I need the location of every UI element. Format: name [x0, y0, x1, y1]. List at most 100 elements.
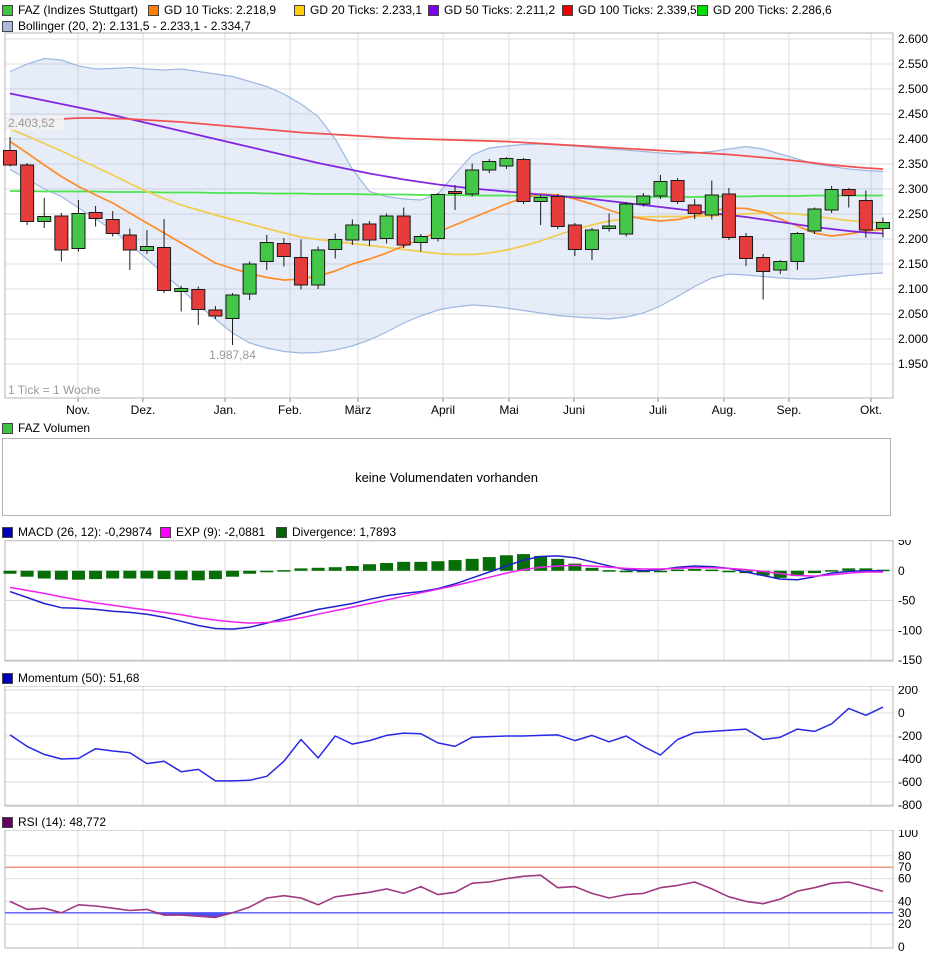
divergence-bar: [585, 568, 598, 571]
divergence-bar: [688, 569, 701, 571]
divergence-bar: [4, 571, 17, 574]
y-axis-label: 20: [898, 917, 912, 931]
candle-up: [346, 225, 359, 240]
rsi-line: [10, 875, 883, 917]
legend-item-gd200: GD 200 Ticks: 2.286,6: [697, 3, 832, 17]
legend-row-macd: MACD (26, 12): -0,29874EXP (9): -2,0881D…: [0, 525, 940, 541]
month-label: Juni: [563, 403, 585, 417]
candle-down: [688, 205, 701, 214]
month-label: Mai: [499, 403, 518, 417]
divergence-bar: [38, 571, 51, 579]
month-label: Juli: [649, 403, 667, 417]
candle-down: [294, 258, 307, 286]
legend-item-rsi: RSI (14): 48,772: [2, 815, 106, 829]
candle-down: [842, 190, 855, 196]
divergence-bar: [158, 571, 171, 579]
month-label: März: [345, 403, 372, 417]
candle-up: [620, 204, 633, 234]
gd100-legend-swatch: [562, 5, 573, 16]
month-label: Dez.: [131, 403, 156, 417]
y-axis-label: 2.200: [898, 232, 928, 246]
divergence-bar: [363, 564, 376, 571]
rsi-legend-swatch: [2, 817, 13, 828]
divergence-bar: [312, 568, 325, 571]
divergence-bar: [722, 571, 735, 573]
month-label: Okt.: [860, 403, 882, 417]
legend-item-macd: MACD (26, 12): -0,29874: [2, 525, 152, 539]
candle-down: [671, 181, 684, 202]
gd200-legend-swatch: [697, 5, 708, 16]
divergence-bar: [294, 568, 307, 570]
candle-down: [568, 225, 581, 250]
divergence-bar: [842, 568, 855, 570]
y-axis-label: 2.350: [898, 157, 928, 171]
faz-volumen-legend-swatch: [2, 423, 13, 434]
candle-down: [722, 194, 735, 238]
gd50-legend-label: GD 50 Ticks: 2.211,2: [444, 3, 555, 17]
legend-item-faz: FAZ (Indizes Stuttgart): [2, 3, 138, 17]
legend-item-gd20: GD 20 Ticks: 2.233,1: [294, 3, 422, 17]
macd-legend-swatch: [2, 527, 13, 538]
month-label: April: [431, 403, 455, 417]
momentum-legend-swatch: [2, 673, 13, 684]
candle-down: [277, 244, 290, 257]
high-annotation: 2.403,52: [8, 116, 55, 130]
divergence-bar: [21, 571, 34, 577]
month-label: Aug.: [712, 403, 737, 417]
momentum-line: [10, 707, 883, 781]
legend-item-gd10: GD 10 Ticks: 2.218,9: [148, 3, 276, 17]
plot-border: [5, 686, 893, 806]
divergence-bar: [277, 570, 290, 572]
y-axis-label: 2.400: [898, 132, 928, 146]
legend-row-main-1: FAZ (Indizes Stuttgart) GD 10 Ticks: 2.21…: [0, 3, 940, 19]
candle-down: [192, 290, 205, 310]
divergence-bar: [466, 559, 479, 571]
volume-panel: keine Volumendaten vorhanden: [2, 438, 891, 516]
candle-down: [4, 151, 17, 166]
y-axis-label: -50: [898, 594, 916, 608]
macd-legend-label: MACD (26, 12): -0,29874: [18, 525, 152, 539]
momentum-panel: 2000-200-400-600-800: [0, 686, 940, 810]
candle-up: [483, 162, 496, 171]
y-axis-label: 0: [898, 706, 905, 720]
candle-up: [466, 170, 479, 194]
y-axis-label: 100: [898, 830, 918, 840]
y-axis-label: -200: [898, 729, 922, 743]
legend-item-gd50: GD 50 Ticks: 2.211,2: [428, 3, 555, 17]
divergence-bar: [671, 570, 684, 572]
candle-up: [774, 262, 787, 271]
gd100-legend-label: GD 100 Ticks: 2.339,5: [578, 3, 697, 17]
candle-down: [55, 216, 68, 250]
legend-item-momentum: Momentum (50): 51,68: [2, 671, 139, 685]
candle-down: [106, 220, 119, 234]
y-axis-label: 60: [898, 872, 912, 886]
y-axis-label: 200: [898, 686, 918, 697]
candle-down: [517, 160, 530, 202]
candle-up: [38, 217, 51, 222]
candle-up: [825, 190, 838, 211]
candle-up: [140, 247, 153, 251]
macd-panel: 500-50-100-150: [0, 540, 940, 664]
y-axis-label: 2.050: [898, 307, 928, 321]
divergence-bar: [397, 562, 410, 571]
y-axis-label: 2.500: [898, 82, 928, 96]
divergence-bar: [72, 571, 85, 580]
exp-legend-label: EXP (9): -2,0881: [176, 525, 265, 539]
divergence-bar: [226, 571, 239, 577]
legend-item-faz-volumen: FAZ Volumen: [2, 421, 90, 435]
candle-up: [637, 196, 650, 204]
candle-up: [380, 216, 393, 239]
y-axis-label: 2.550: [898, 57, 928, 71]
candle-down: [209, 310, 222, 316]
divergence-bar: [500, 555, 513, 570]
y-axis-label: 2.300: [898, 182, 928, 196]
candle-up: [876, 223, 889, 229]
candle-up: [431, 195, 444, 239]
candle-up: [243, 264, 256, 294]
y-axis-label: 1.950: [898, 357, 928, 371]
candle-up: [585, 230, 598, 250]
divergence-bar: [654, 571, 667, 573]
divergence-bar: [414, 562, 427, 571]
candle-up: [534, 198, 547, 202]
candle-up: [175, 289, 188, 292]
